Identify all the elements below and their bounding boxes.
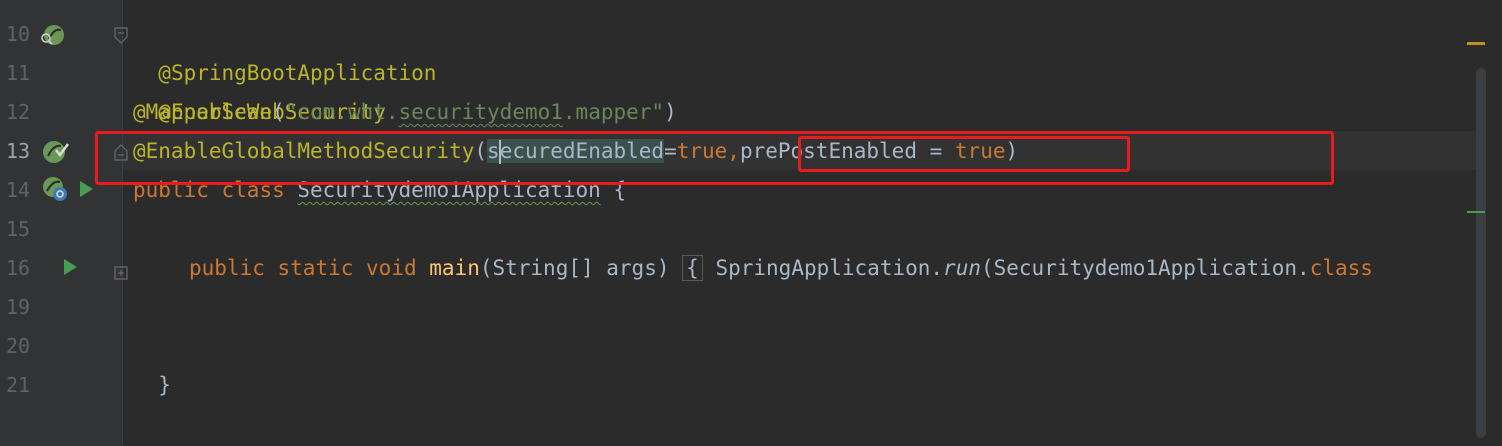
warning-marker[interactable] bbox=[1467, 42, 1485, 45]
paren: ( bbox=[272, 100, 285, 124]
line-number: 20 bbox=[6, 334, 31, 358]
annotation: @MapperScan bbox=[133, 100, 273, 124]
fold-expand-icon[interactable] bbox=[114, 261, 128, 285]
code-line-10[interactable]: @SpringBootApplication bbox=[133, 15, 436, 85]
highlight-box-inner bbox=[798, 136, 1130, 172]
params: (String[] args) bbox=[479, 256, 670, 280]
code-line-20[interactable]: } bbox=[133, 327, 171, 397]
line-15: 15 bbox=[0, 210, 1502, 249]
line-number: 15 bbox=[6, 217, 31, 241]
line-number: 19 bbox=[6, 295, 31, 319]
args: (Securitydemo1Application. bbox=[980, 256, 1310, 280]
code-line-16[interactable]: public static void main(String[] args) {… bbox=[189, 249, 1373, 288]
run-main-icon[interactable] bbox=[64, 259, 77, 275]
class-ref: SpringApplication. bbox=[715, 256, 944, 280]
line-number: 11 bbox=[6, 61, 31, 85]
string-literal: .mapper" bbox=[562, 100, 665, 124]
code-line-11[interactable]: @EnableWebSecurity bbox=[133, 54, 386, 124]
method-name: main bbox=[429, 256, 480, 280]
line-19: 19 bbox=[0, 288, 1502, 327]
keyword: void bbox=[366, 256, 417, 280]
line-21: 21 bbox=[0, 366, 1502, 405]
brace: } bbox=[158, 373, 171, 397]
folded-brace[interactable]: { bbox=[682, 255, 703, 281]
line-number: 10 bbox=[6, 22, 31, 46]
keyword: static bbox=[277, 256, 354, 280]
keyword: public bbox=[189, 256, 265, 280]
highlight-box-outer bbox=[95, 131, 1334, 185]
paren: ) bbox=[664, 100, 677, 124]
vertical-scrollbar[interactable] bbox=[1476, 68, 1486, 438]
line-number: 12 bbox=[6, 100, 31, 124]
spring-bean-run-icon[interactable] bbox=[42, 176, 70, 209]
fold-marker-icon[interactable] bbox=[114, 26, 128, 50]
spring-bean-search-icon[interactable] bbox=[40, 24, 68, 51]
code-line-12[interactable]: @MapperScan("com.wht.securitydemo1.mappe… bbox=[133, 93, 677, 132]
line-number: 14 bbox=[6, 178, 31, 202]
method-call: run bbox=[943, 256, 981, 280]
line-number: 16 bbox=[6, 256, 31, 280]
line-number: 13 bbox=[6, 139, 31, 163]
string-literal-typo: securitydemo1 bbox=[398, 100, 563, 124]
line-number: 21 bbox=[6, 373, 31, 397]
run-gutter-icon[interactable] bbox=[80, 181, 93, 197]
line-20: 20 bbox=[0, 327, 1502, 366]
string-literal: "com.wht. bbox=[284, 100, 399, 124]
ok-marker[interactable] bbox=[1467, 211, 1485, 213]
keyword: class bbox=[1309, 256, 1373, 280]
spring-config-check-icon[interactable] bbox=[42, 139, 70, 170]
